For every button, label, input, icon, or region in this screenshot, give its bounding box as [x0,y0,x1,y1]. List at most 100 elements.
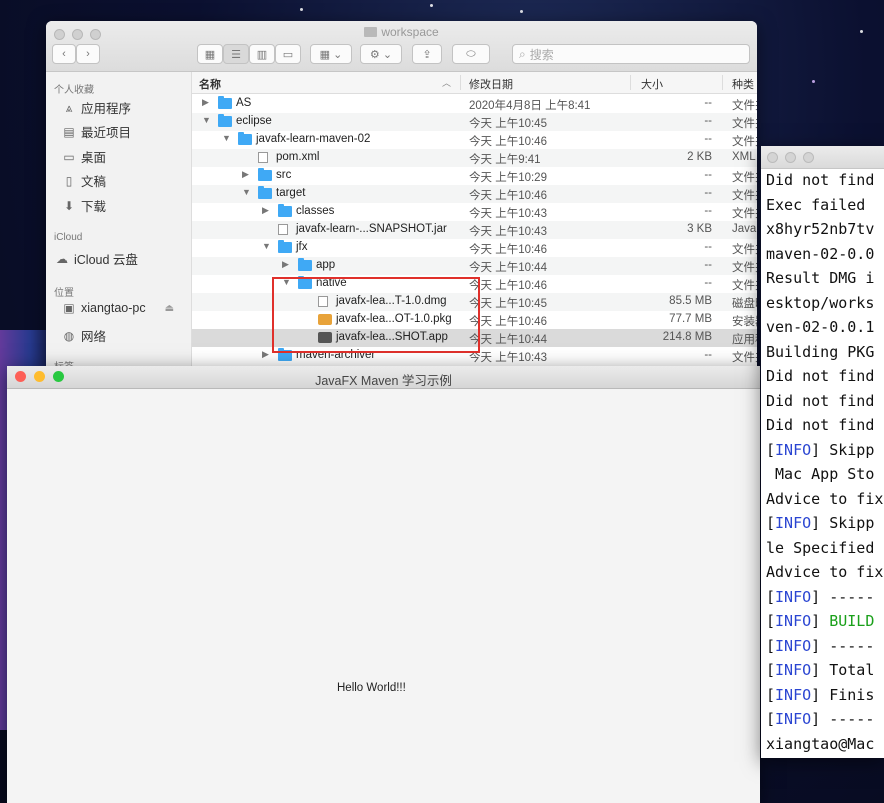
disclosure-open-icon[interactable]: ▼ [222,133,231,143]
disclosure-open-icon[interactable]: ▼ [262,241,271,251]
view-gallery-button[interactable]: ▭ [275,44,301,64]
file-kind: 文件夹 [732,352,757,364]
file-name: eclipse [236,115,272,127]
log-level-tag: INFO [775,440,812,459]
log-level-tag: INFO [775,685,812,704]
column-header-kind[interactable]: 种类 [732,76,754,92]
apps-icon: ⩓ [65,100,73,115]
file-size: -- [704,349,712,361]
terminal-titlebar [761,146,884,169]
chevron-left-icon: ‹ [62,48,66,60]
sidebar-item-documents[interactable]: ▯ 文稿 [62,171,106,190]
file-row[interactable]: ▼ jfx 今天 上午10:46 -- 文件夹 [192,239,757,257]
disclosure-closed-icon[interactable]: ▶ [202,97,209,108]
file-size: -- [704,97,712,109]
terminal-line-text: Advice to fix [766,563,884,581]
file-kind: 文件夹 [732,136,757,148]
terminal-line-text: x8hyr52nb7tv [766,220,875,238]
terminal-line-text: Skipp [820,440,875,459]
file-row[interactable]: ▶ classes 今天 上午10:43 -- 文件夹 [192,203,757,221]
terminal-line: [INFO] Finis [766,683,883,708]
network-icon: ◍ [63,328,75,343]
file-date: 2020年4月8日 上午8:41 [469,100,591,112]
bracket: ] [811,661,821,679]
disclosure-closed-icon[interactable]: ▶ [262,349,269,360]
forward-button[interactable]: › [76,44,100,64]
file-name: src [276,169,292,181]
file-row[interactable]: javafx-learn-...SNAPSHOT.jar 今天 上午10:43 3 … [192,221,757,239]
action-button[interactable]: ⚙ ⌄ [360,44,402,64]
sidebar-item-downloads[interactable]: ⬇ 下载 [62,196,106,215]
column-divider[interactable] [460,75,461,90]
grid-icon: ▦ [204,48,216,61]
column-header-size[interactable]: 大小 [641,76,663,92]
file-date: 今天 上午10:43 [469,352,547,364]
back-button[interactable]: ‹ [52,44,76,64]
disclosure-open-icon[interactable]: ▼ [242,187,251,197]
column-divider[interactable] [630,75,631,90]
sidebar-item-icloud-drive[interactable]: ☁ iCloud 云盘 [55,249,138,268]
file-date: 今天 上午10:43 [469,208,547,220]
terminal-line-text: le Specified [766,538,875,557]
file-date: 今天 上午9:41 [469,154,541,166]
file-kind: Java [732,223,757,235]
eject-icon[interactable]: ⏏ [165,303,174,314]
tags-button[interactable]: ⬭ [452,44,490,64]
file-size: 214.8 MB [662,331,712,343]
file-row[interactable]: ▼ target 今天 上午10:46 -- 文件夹 [192,185,757,203]
terminal-line-text: Total [820,661,875,679]
file-date: 今天 上午10:44 [469,262,547,274]
sidebar-item-network[interactable]: ◍ 网络 [62,326,106,345]
sidebar-item-xiangtao-pc[interactable]: ▣ xiangtao-pc ⏏ [62,301,174,315]
disclosure-closed-icon[interactable]: ▶ [242,169,249,180]
file-name: javafx-learn-maven-02 [256,133,371,145]
disclosure-closed-icon[interactable]: ▶ [262,205,269,216]
file-name: classes [296,205,335,217]
file-name: target [276,187,306,199]
terminal-line-text: esktop/works [766,293,875,312]
file-date: 今天 上午10:29 [469,172,547,184]
terminal-line-text: Did not find [766,367,875,385]
bracket: [ [766,514,776,532]
view-list-button[interactable]: ☰ [223,44,249,64]
zoom-button[interactable] [803,152,814,163]
view-icons-button[interactable]: ▦ [197,44,223,64]
share-icon: ⇪ [422,48,432,61]
file-row[interactable]: ▶ app 今天 上午10:44 -- 文件夹 [192,257,757,275]
star [430,4,433,7]
file-kind: 文件夹 [732,100,757,112]
file-row[interactable]: ▼ eclipse 今天 上午10:45 -- 文件夹 [192,113,757,131]
search-placeholder: 搜索 [529,47,554,62]
column-header-date[interactable]: 修改日期 [469,76,513,92]
terminal-line: le Specified [766,536,883,561]
file-row[interactable]: pom.xml 今天 上午9:41 2 KB XML [192,149,757,167]
file-date: 今天 上午10:45 [469,118,547,130]
close-button[interactable] [767,152,778,163]
file-date: 今天 上午10:46 [469,280,547,292]
minimize-button[interactable] [785,152,796,163]
view-columns-button[interactable]: ▥ [249,44,275,64]
file-date: 今天 上午10:46 [469,136,547,148]
file-size: 77.7 MB [669,313,712,325]
sidebar-item-desktop[interactable]: ▭ 桌面 [62,147,106,166]
column-header-name[interactable]: 名称 [199,76,221,92]
disclosure-open-icon[interactable]: ▼ [202,115,211,125]
bracket: [ [766,636,776,655]
finder-sidebar: 个人收藏 ⩓ 应用程序 ▤ 最近项目 ▭ 桌面 ▯ 文稿 ⬇ 下载 iCloud ☁ iCl… [46,72,192,366]
file-row[interactable]: ▼ javafx-learn-maven-02 今天 上午10:46 -- 文件夹 [192,131,757,149]
disclosure-closed-icon[interactable]: ▶ [282,259,289,270]
sidebar-item-applications[interactable]: ⩓ 应用程序 [62,98,131,117]
desktop-icon: ▭ [63,149,75,164]
file-row[interactable]: ▶ src 今天 上午10:29 -- 文件夹 [192,167,757,185]
search-field[interactable]: ⌕ 搜索 [512,44,750,64]
file-row[interactable]: ▶ AS 2020年4月8日 上午8:41 -- 文件夹 [192,95,757,113]
group-button[interactable]: ▦ ⌄ [310,44,352,64]
terminal-output[interactable]: Did not find Exec failed x8hyr52nb7tv maven… [766,168,883,756]
folder-icon [278,240,292,253]
star [300,8,303,11]
gear-icon: ⚙ ⌄ [369,48,393,61]
share-button[interactable]: ⇪ [412,44,442,64]
terminal-line: Did not find [766,364,883,389]
sidebar-item-recents[interactable]: ▤ 最近项目 [62,122,131,141]
column-divider[interactable] [722,75,723,90]
